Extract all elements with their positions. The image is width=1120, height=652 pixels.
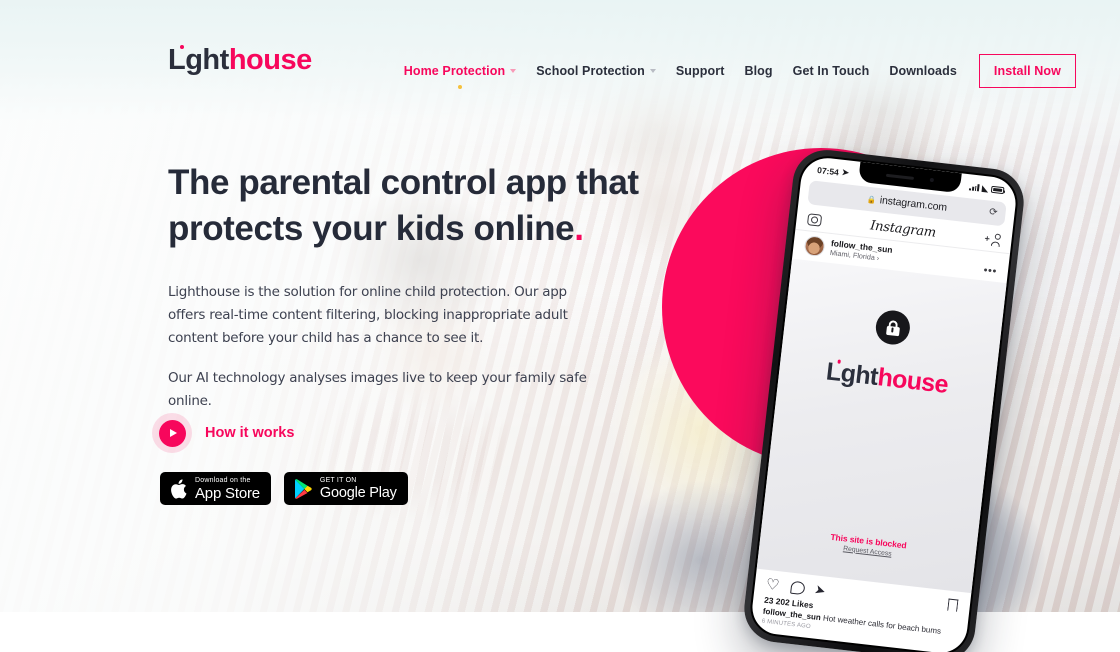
earpiece-speaker — [885, 173, 914, 180]
blocked-screen: Lghthouse This site is blocked Request A… — [756, 258, 1007, 593]
lock-glyph — [885, 319, 901, 336]
avatar[interactable] — [803, 235, 826, 258]
play-icon — [158, 419, 186, 447]
headline-line-2: protects your kids online — [168, 208, 575, 248]
plus-glyph: + — [984, 233, 991, 244]
logo-dot-icon — [180, 45, 184, 49]
main-navigation: Home Protection School Protection Suppor… — [394, 54, 1076, 89]
how-it-works-button[interactable]: How it works — [152, 413, 294, 453]
url-text: instagram.com — [879, 194, 948, 214]
logo-l: L — [825, 357, 843, 386]
nav-label: Support — [675, 64, 725, 78]
nav-item-home-protection[interactable]: Home Protection — [394, 64, 527, 89]
blocked-logo: Lghthouse — [825, 357, 950, 400]
app-store-badges: Download on the App Store GET IT ON Goog… — [160, 472, 408, 505]
logo-mid: ght — [185, 44, 229, 76]
phone-bezel: 07:54 ➤ ◣ 🔒 instagram.com ⟳ Instagram + … — [747, 153, 1021, 652]
chevron-right-icon: › — [876, 253, 880, 263]
front-camera-icon — [929, 177, 935, 183]
location-arrow-icon: ➤ — [841, 166, 850, 178]
google-play-big-label: Google Play — [319, 484, 397, 501]
nav-label: Home Protection — [403, 64, 506, 78]
reload-icon[interactable]: ⟳ — [989, 207, 999, 219]
hero-content: The parental control app that protects y… — [168, 160, 698, 413]
add-user-icon[interactable]: + — [984, 232, 1002, 248]
logo-suffix: house — [876, 363, 950, 400]
google-play-small-label: GET IT ON — [319, 476, 357, 484]
hero-paragraph-1: Lighthouse is the solution for online ch… — [168, 284, 568, 347]
headline-line-1: The parental control app that — [168, 163, 639, 202]
more-options-icon[interactable]: ••• — [983, 264, 998, 277]
share-icon[interactable]: ➤ — [813, 581, 832, 600]
user-names: follow_the_sun Miami, Florida › — [829, 238, 893, 264]
google-play-text: GET IT ON Google Play — [320, 477, 397, 501]
nav-label: Downloads — [889, 64, 957, 78]
nav-label: Blog — [744, 64, 773, 78]
camera-icon[interactable] — [806, 212, 823, 227]
google-play-badge[interactable]: GET IT ON Google Play — [283, 472, 408, 505]
app-store-badge[interactable]: Download on the App Store — [160, 472, 271, 505]
active-indicator-dot — [457, 85, 462, 89]
site-logo[interactable]: Lghthouse — [168, 44, 312, 76]
app-store-small-label: Download on the — [195, 476, 251, 484]
nav-item-support[interactable]: Support — [666, 64, 735, 78]
blocked-message-group: This site is blocked Request Access — [760, 523, 977, 566]
nav-label: Get In Touch — [792, 64, 870, 78]
person-body — [990, 241, 1001, 248]
install-now-button[interactable]: Install Now — [978, 54, 1076, 88]
phone-screen: 07:54 ➤ ◣ 🔒 instagram.com ⟳ Instagram + … — [749, 155, 1019, 652]
logo-l: L — [168, 45, 186, 75]
nav-label: School Protection — [536, 64, 645, 78]
app-store-big-label: App Store — [195, 484, 260, 502]
page-title: The parental control app that protects y… — [168, 160, 698, 251]
person-head — [994, 233, 1002, 241]
google-play-icon — [294, 478, 312, 499]
comment-icon[interactable] — [790, 580, 806, 595]
nav-item-get-in-touch[interactable]: Get In Touch — [783, 64, 880, 78]
instagram-wordmark: Instagram — [869, 218, 937, 241]
wifi-icon: ◣ — [981, 183, 989, 194]
landing-page: Lghthouse Home Protection School Protect… — [0, 0, 1120, 652]
status-time: 07:54 — [816, 164, 840, 177]
site-header: Lghthouse Home Protection School Protect… — [0, 0, 1120, 110]
nav-item-school-protection[interactable]: School Protection — [526, 64, 666, 78]
play-button-halo — [152, 413, 192, 453]
status-left: 07:54 ➤ — [817, 164, 850, 179]
nav-item-blog[interactable]: Blog — [734, 64, 782, 78]
logo-suffix: house — [228, 44, 312, 76]
like-icon[interactable]: ♡ — [765, 575, 782, 593]
chevron-down-icon — [649, 69, 656, 73]
lock-icon: 🔒 — [866, 194, 877, 205]
how-it-works-label: How it works — [205, 425, 295, 441]
app-store-text: Download on the App Store — [195, 477, 260, 501]
status-right: ◣ — [969, 182, 1005, 195]
apple-icon — [170, 478, 187, 499]
battery-icon — [990, 186, 1005, 194]
play-triangle — [169, 429, 177, 437]
bookmark-icon[interactable] — [947, 598, 958, 612]
lock-icon — [874, 308, 912, 347]
logo-mid: ght — [839, 359, 880, 392]
headline-accent-dot: . — [574, 208, 584, 248]
signal-bars-icon — [969, 183, 980, 192]
chevron-down-icon — [510, 69, 517, 73]
hero-paragraph-2: Our AI technology analyses images live t… — [168, 369, 587, 409]
nav-item-downloads[interactable]: Downloads — [879, 64, 967, 78]
